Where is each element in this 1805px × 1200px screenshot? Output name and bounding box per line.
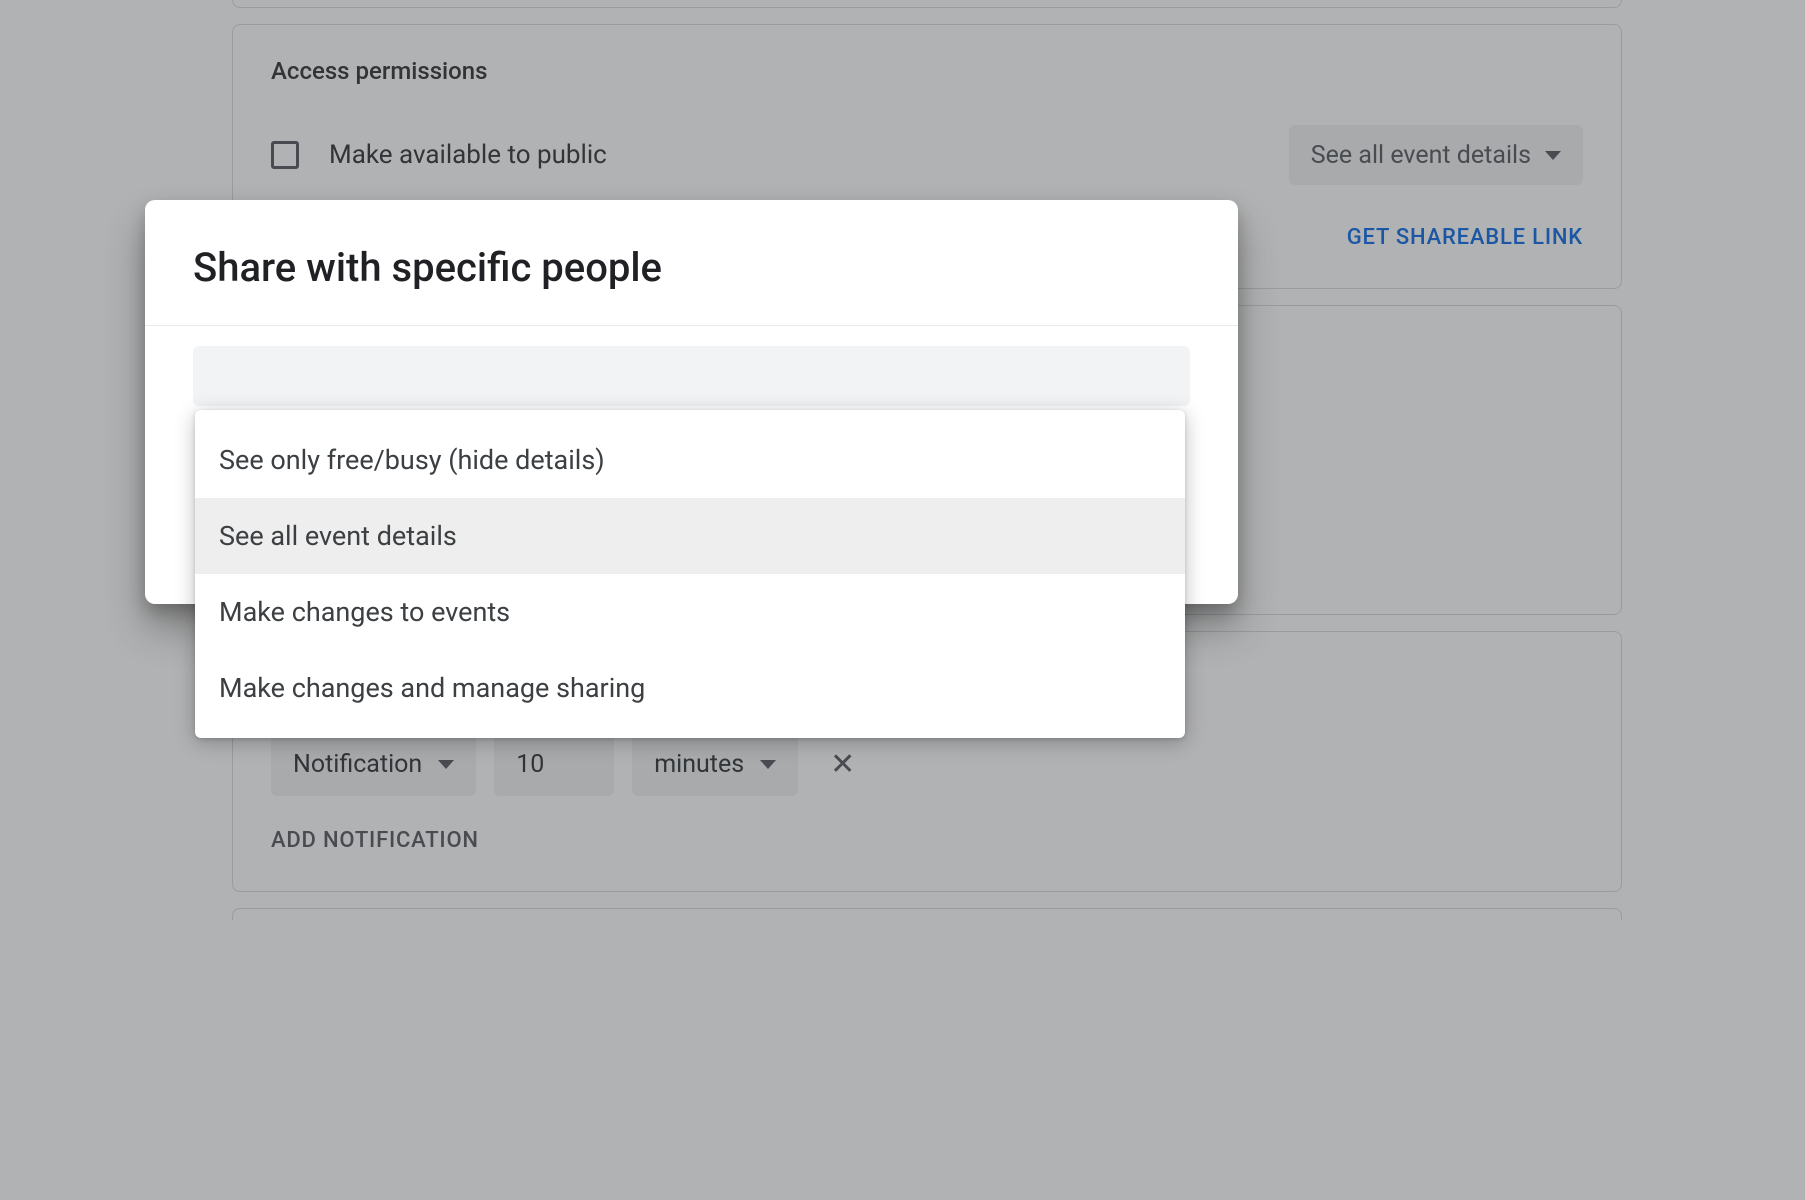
menu-item-see-all-details[interactable]: See all event details <box>195 498 1185 574</box>
share-dialog-title: Share with specific people <box>145 200 1238 326</box>
permission-level-menu: See only free/busy (hide details) See al… <box>195 410 1185 738</box>
add-people-input[interactable] <box>193 346 1190 406</box>
menu-item-make-changes[interactable]: Make changes to events <box>195 574 1185 650</box>
menu-item-free-busy[interactable]: See only free/busy (hide details) <box>195 422 1185 498</box>
menu-item-manage-sharing[interactable]: Make changes and manage sharing <box>195 650 1185 726</box>
